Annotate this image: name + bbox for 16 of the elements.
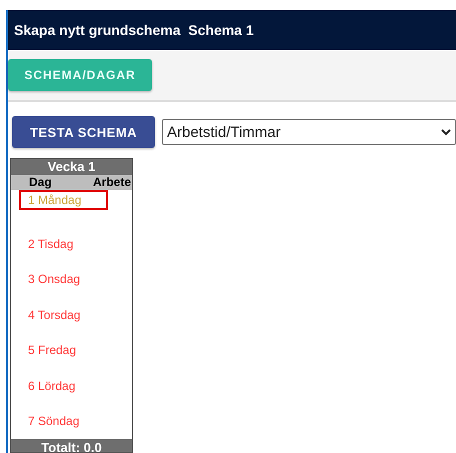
column-header: Dag bbox=[29, 175, 52, 190]
day-item[interactable]: 6 Lördag bbox=[19, 376, 108, 396]
page-title: Skapa nytt grundschema Schema 1 bbox=[8, 10, 456, 50]
day-item[interactable]: 5 Fredag bbox=[19, 340, 108, 360]
week-total: Totalt: 0.0 bbox=[11, 438, 132, 452]
day-item[interactable]: 4 Torsdag bbox=[19, 304, 108, 324]
day-item[interactable]: 3 Onsdag bbox=[19, 269, 108, 289]
day-item[interactable]: 1 Måndag bbox=[19, 190, 108, 210]
schema-days-button[interactable]: SCHEMA/DAGAR bbox=[8, 59, 152, 91]
mode-select[interactable]: Arbetstid/Timmar bbox=[162, 119, 456, 145]
week-title: Vecka 1 bbox=[11, 159, 132, 175]
day-item[interactable]: 7 Söndag bbox=[19, 411, 108, 431]
test-schema-button[interactable]: TESTA SCHEMA bbox=[12, 116, 155, 148]
column-header: Arbete bbox=[92, 175, 131, 190]
chevron-down-icon bbox=[441, 128, 451, 136]
day-item[interactable]: 2 Tisdag bbox=[19, 234, 108, 254]
